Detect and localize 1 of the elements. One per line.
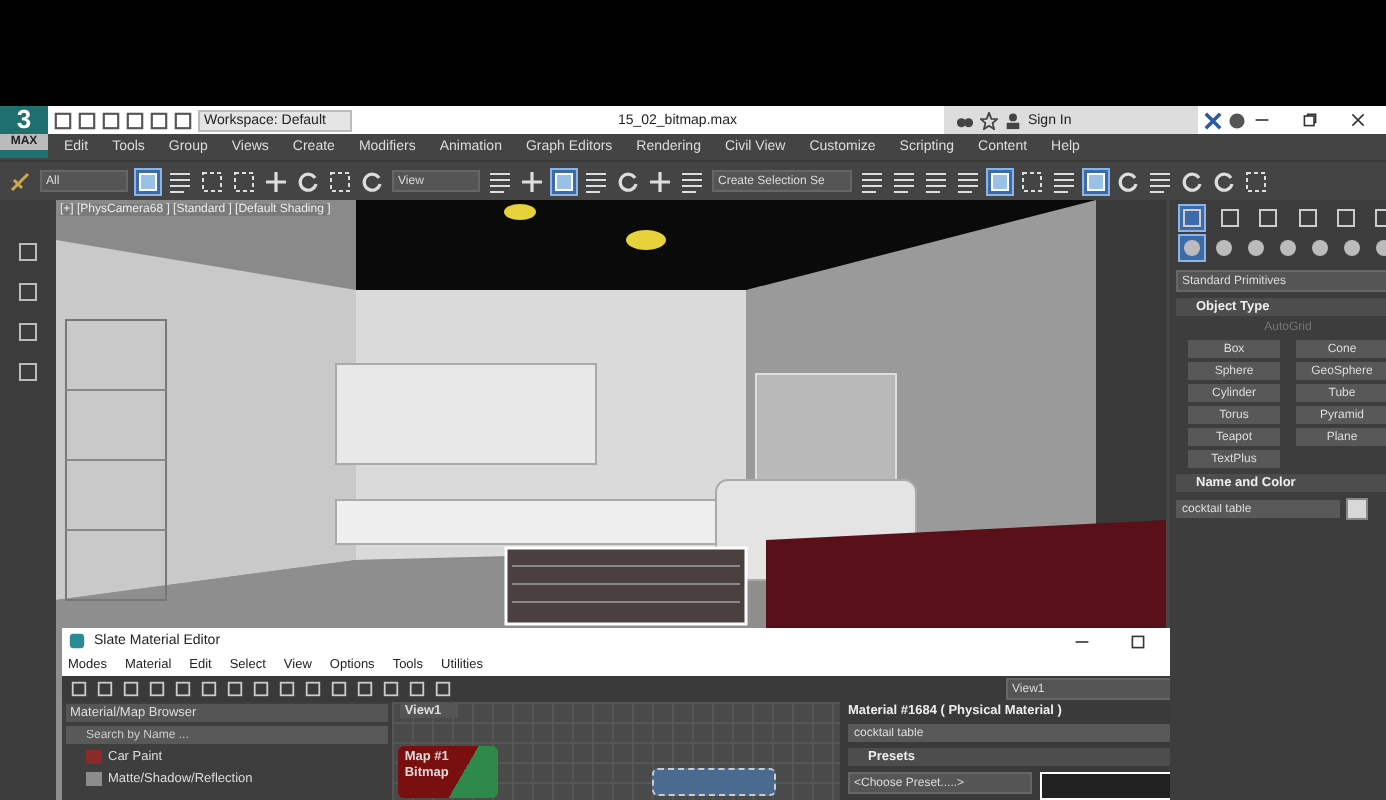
logo-number: 3: [16, 106, 32, 134]
